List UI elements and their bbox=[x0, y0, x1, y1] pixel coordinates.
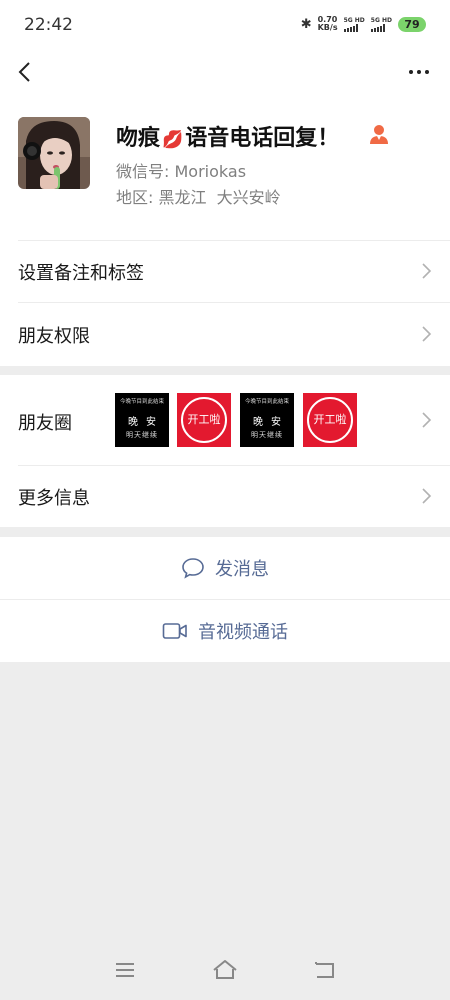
system-nav-bar bbox=[0, 946, 450, 1000]
bluetooth-icon: ✱ bbox=[300, 16, 312, 32]
back-icon[interactable] bbox=[311, 958, 339, 982]
thumb-line3: 明天继续 bbox=[251, 431, 283, 439]
chevron-right-icon bbox=[422, 263, 432, 279]
signal-bars-icon bbox=[370, 23, 392, 32]
signal-1: 5G HD bbox=[343, 16, 365, 32]
signal-1-label: 5G HD bbox=[343, 16, 365, 24]
more-info-label: 更多信息 bbox=[18, 488, 90, 509]
thumb-line2: 晚安 bbox=[128, 417, 164, 428]
profile-nickname: 吻痕 💋语音电话回复！ bbox=[116, 120, 339, 152]
signal-2: 5G HD bbox=[370, 16, 392, 32]
profile-header: 吻痕 💋语音电话回复！ 微信号: Moriokas 地区: 黑龙江 大兴安岭 bbox=[0, 96, 450, 240]
moment-thumb-4: 开工啦 bbox=[303, 393, 357, 447]
chevron-right-icon bbox=[422, 326, 432, 342]
wechat-id-value: Moriokas bbox=[174, 162, 247, 181]
divider bbox=[18, 302, 450, 303]
nickname-part1: 吻痕 bbox=[116, 126, 161, 151]
remark-tags-cell[interactable]: 设置备注和标签 bbox=[0, 240, 450, 302]
chevron-left-icon[interactable] bbox=[14, 58, 38, 86]
moment-thumb-3: 今晚节目到此结束 晚安 明天继续 bbox=[240, 393, 294, 447]
signal-bars-icon bbox=[343, 23, 365, 32]
thumb-text: 开工啦 bbox=[187, 413, 221, 426]
friend-permissions-cell[interactable]: 朋友权限 bbox=[0, 302, 450, 366]
friend-permissions-label: 朋友权限 bbox=[18, 326, 90, 347]
status-time: 22:42 bbox=[24, 15, 73, 35]
thumb-line1: 今晚节目到此结束 bbox=[119, 399, 164, 405]
video-call-label: 音视频通话 bbox=[198, 622, 288, 643]
moments-label: 朋友圈 bbox=[18, 413, 72, 434]
more-dots-icon[interactable] bbox=[406, 62, 432, 82]
wechat-id: 微信号: Moriokas bbox=[116, 158, 246, 182]
thumb-line2: 晚安 bbox=[253, 417, 289, 428]
signal-2-label: 5G HD bbox=[370, 16, 392, 24]
wechat-id-label: 微信号: bbox=[116, 162, 170, 181]
gender-female-icon bbox=[370, 125, 388, 144]
status-bar: 22:42 ✱ 0.70 KB/s 5G HD 5G HD 79 bbox=[0, 0, 450, 50]
send-message-button[interactable]: 发消息 bbox=[0, 537, 450, 599]
region: 地区: 黑龙江 大兴安岭 bbox=[116, 184, 281, 208]
chevron-right-icon bbox=[422, 488, 432, 504]
send-message-label: 发消息 bbox=[215, 559, 269, 580]
region-value: 黑龙江 大兴安岭 bbox=[158, 188, 281, 207]
region-label: 地区: bbox=[116, 188, 154, 207]
divider bbox=[18, 240, 450, 241]
video-camera-icon bbox=[162, 623, 187, 639]
moment-thumb-1: 今晚节目到此结束 晚安 明天继续 bbox=[115, 393, 169, 447]
more-info-cell[interactable]: 更多信息 bbox=[0, 465, 450, 527]
thumb-line3: 明天继续 bbox=[126, 431, 158, 439]
home-icon[interactable] bbox=[211, 958, 239, 982]
moment-thumb-2: 开工啦 bbox=[177, 393, 231, 447]
nav-bar bbox=[0, 50, 450, 96]
lips-emoji: 💋 bbox=[162, 130, 184, 150]
network-speed: 0.70 KB/s bbox=[318, 16, 338, 32]
divider bbox=[18, 465, 450, 466]
chat-bubble-icon bbox=[182, 558, 204, 579]
menu-icon[interactable] bbox=[111, 958, 139, 982]
thumb-line1: 今晚节目到此结束 bbox=[244, 399, 289, 405]
status-indicators: ✱ 0.70 KB/s 5G HD 5G HD 79 bbox=[301, 16, 426, 32]
chevron-right-icon bbox=[422, 412, 432, 428]
video-call-button[interactable]: 音视频通话 bbox=[0, 600, 450, 662]
remark-tags-label: 设置备注和标签 bbox=[18, 263, 144, 284]
net-speed-unit: KB/s bbox=[317, 23, 338, 32]
avatar[interactable] bbox=[18, 117, 90, 189]
moments-cell[interactable]: 朋友圈 今晚节目到此结束 晚安 明天继续 开工啦 今晚节目到此结束 晚安 明天继… bbox=[0, 375, 450, 465]
nickname-part2: 语音电话回复！ bbox=[185, 126, 340, 151]
battery-indicator: 79 bbox=[398, 16, 426, 32]
thumb-text: 开工啦 bbox=[313, 413, 347, 426]
